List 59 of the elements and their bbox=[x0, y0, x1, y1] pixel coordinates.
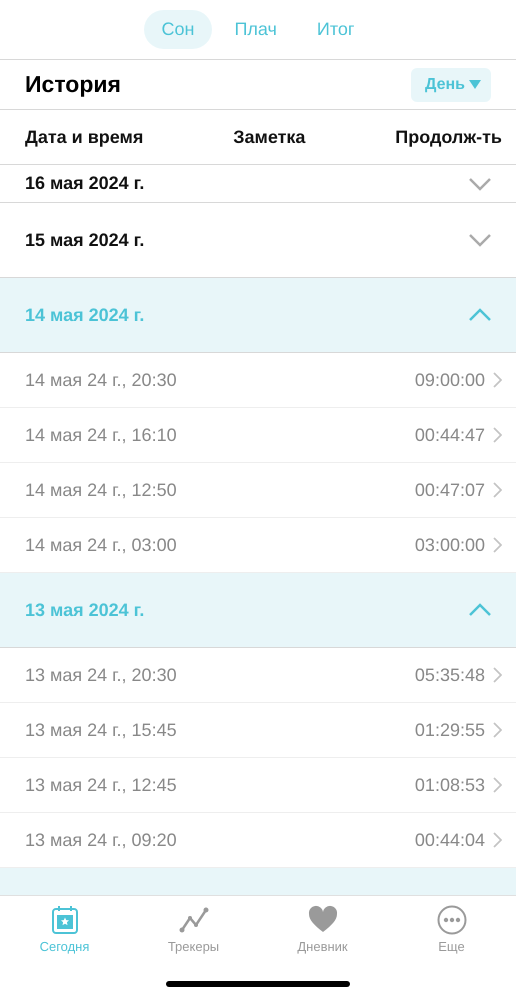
group-date: 14 мая 2024 г. bbox=[25, 304, 144, 326]
entry-row[interactable]: 14 мая 24 г., 12:50 00:47:07 bbox=[0, 463, 516, 518]
entry-datetime: 14 мая 24 г., 12:50 bbox=[25, 480, 177, 500]
entry-datetime: 13 мая 24 г., 09:20 bbox=[25, 830, 177, 850]
entry-row[interactable]: 13 мая 24 г., 20:30 05:35:48 bbox=[0, 648, 516, 703]
entry-datetime: 13 мая 24 г., 12:45 bbox=[25, 774, 177, 796]
entry-duration: 00:44:47 bbox=[414, 424, 485, 446]
line-chart-icon bbox=[178, 905, 208, 935]
chevron-right-icon bbox=[493, 722, 502, 738]
dropdown-caret-icon bbox=[469, 80, 481, 89]
segment-tab[interactable]: Плач bbox=[216, 10, 295, 49]
chevron-down-icon bbox=[468, 233, 492, 247]
entry-duration: 01:08:53 bbox=[414, 774, 485, 796]
entry-duration: 09:00:00 bbox=[414, 370, 485, 390]
entry-duration: 01:29:55 bbox=[414, 720, 485, 740]
column-header: Продолж-ть bbox=[395, 126, 502, 148]
entry-row[interactable]: 14 мая 24 г., 16:10 00:44:47 bbox=[0, 408, 516, 463]
entry-row[interactable]: 14 мая 24 г., 20:30 09:00:00 bbox=[0, 353, 516, 408]
chevron-right-icon bbox=[493, 427, 502, 443]
group-date: 16 мая 2024 г. bbox=[25, 173, 144, 194]
tab-bar-item[interactable]: Дневник bbox=[258, 904, 387, 955]
chevron-right-icon bbox=[493, 777, 502, 793]
entry-row[interactable]: 13 мая 24 г., 15:45 01:29:55 bbox=[0, 703, 516, 758]
chevron-right-icon bbox=[493, 537, 502, 553]
chevron-up-icon bbox=[468, 603, 492, 617]
date-group-header[interactable]: 15 мая 2024 г. bbox=[0, 203, 516, 278]
heart-icon bbox=[308, 905, 338, 935]
chevron-right-icon bbox=[493, 372, 502, 388]
chevron-right-icon bbox=[493, 832, 502, 848]
entry-duration: 03:00:00 bbox=[414, 534, 485, 556]
group-date: 13 мая 2024 г. bbox=[25, 600, 144, 620]
entry-duration: 00:47:07 bbox=[414, 480, 485, 500]
date-group-header[interactable]: 16 мая 2024 г. bbox=[0, 165, 516, 203]
entry-datetime: 14 мая 24 г., 03:00 bbox=[25, 534, 177, 556]
column-header: Заметка bbox=[233, 126, 306, 148]
group-date: 15 мая 2024 г. bbox=[25, 230, 144, 250]
entry-row[interactable]: 13 мая 24 г., 12:45 01:08:53 bbox=[0, 758, 516, 813]
entry-datetime: 14 мая 24 г., 16:10 bbox=[25, 424, 177, 446]
entry-row[interactable]: 13 мая 24 г., 09:20 00:44:04 bbox=[0, 813, 516, 868]
segment-tab[interactable]: Сон bbox=[144, 10, 212, 49]
tab-bar-item[interactable]: Трекеры bbox=[129, 904, 258, 955]
calendar-icon bbox=[50, 905, 78, 935]
column-header: Дата и время bbox=[25, 126, 144, 148]
chevron-down-icon bbox=[468, 176, 492, 190]
section-title: История bbox=[25, 71, 121, 98]
entry-row[interactable]: 14 мая 24 г., 03:00 03:00:00 bbox=[0, 518, 516, 573]
more-icon bbox=[436, 905, 466, 935]
entry-datetime: 13 мая 24 г., 20:30 bbox=[25, 664, 177, 686]
chevron-right-icon bbox=[493, 482, 502, 498]
chevron-right-icon bbox=[493, 667, 502, 683]
entry-datetime: 13 мая 24 г., 15:45 bbox=[25, 720, 177, 740]
tab-bar-item[interactable]: Еще bbox=[387, 904, 516, 955]
segment-tab[interactable]: Итог bbox=[298, 10, 372, 49]
entry-duration: 00:44:04 bbox=[414, 830, 485, 850]
chevron-up-icon bbox=[468, 308, 492, 322]
entry-duration: 05:35:48 bbox=[414, 664, 485, 686]
tab-bar-item[interactable]: Сегодня bbox=[0, 904, 129, 955]
period-dropdown[interactable]: День bbox=[411, 68, 491, 102]
entry-datetime: 14 мая 24 г., 20:30 bbox=[25, 370, 177, 390]
